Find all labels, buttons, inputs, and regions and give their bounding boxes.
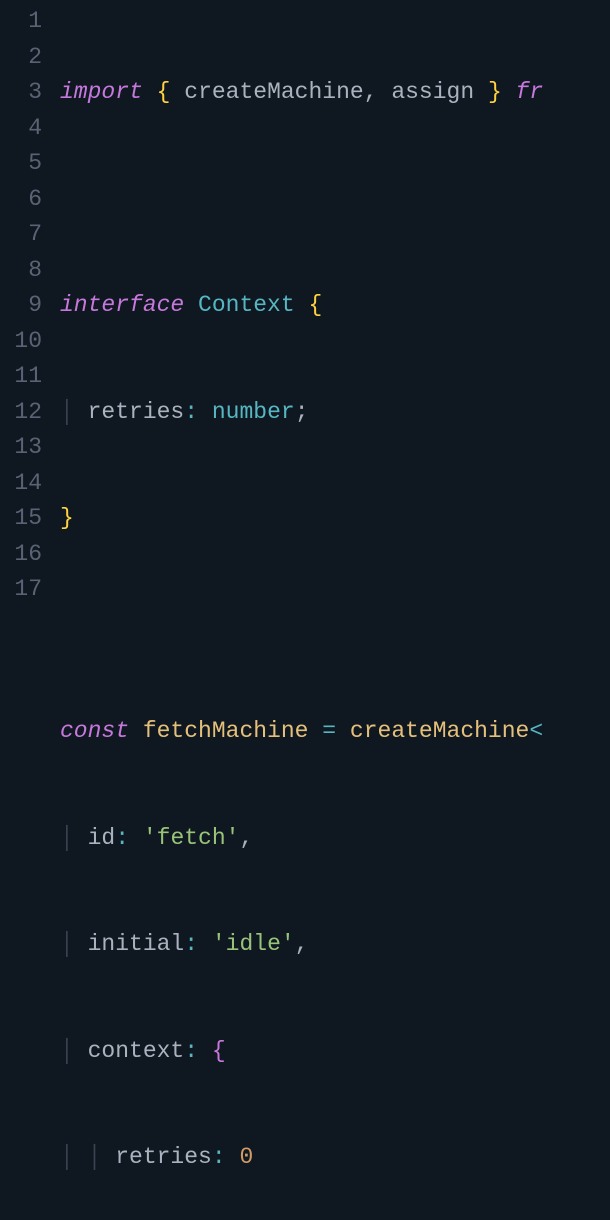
line-number: 17 xyxy=(0,572,42,608)
keyword-import: import xyxy=(60,79,143,105)
identifier: assign xyxy=(391,79,474,105)
equals: = xyxy=(322,718,336,744)
indent-guide: │ xyxy=(60,825,88,851)
line-number: 12 xyxy=(0,395,42,431)
code-line xyxy=(60,608,543,644)
code-line: const fetchMachine = createMachine< xyxy=(60,714,543,750)
line-number: 3 xyxy=(0,75,42,111)
comma: , xyxy=(295,931,309,957)
angle-bracket: < xyxy=(529,718,543,744)
colon: : xyxy=(212,1144,226,1170)
line-number: 2 xyxy=(0,40,42,76)
code-line: │ retries: number; xyxy=(60,395,543,431)
line-number: 15 xyxy=(0,501,42,537)
line-number: 16 xyxy=(0,537,42,573)
line-number: 11 xyxy=(0,359,42,395)
keyword-from: fr xyxy=(516,79,544,105)
property: context xyxy=(88,1038,185,1064)
property: initial xyxy=(88,931,185,957)
property: retries xyxy=(88,399,185,425)
line-number: 5 xyxy=(0,146,42,182)
line-number: 8 xyxy=(0,253,42,289)
code-line: │ context: { xyxy=(60,1034,543,1070)
line-number: 10 xyxy=(0,324,42,360)
string-literal: 'fetch' xyxy=(143,825,240,851)
string-literal: 'idle' xyxy=(212,931,295,957)
line-number: 7 xyxy=(0,217,42,253)
comma: , xyxy=(239,825,253,851)
colon: : xyxy=(184,399,198,425)
code-area[interactable]: import { createMachine, assign } fr inte… xyxy=(60,0,543,610)
indent-guide: │ xyxy=(88,1144,116,1170)
line-number: 14 xyxy=(0,466,42,502)
code-line: │ initial: 'idle', xyxy=(60,927,543,963)
line-number: 6 xyxy=(0,182,42,218)
semicolon: ; xyxy=(295,399,309,425)
brace-close: } xyxy=(488,79,502,105)
line-number: 1 xyxy=(0,4,42,40)
type-number: number xyxy=(212,399,295,425)
identifier: createMachine xyxy=(184,79,363,105)
brace-open: { xyxy=(308,292,322,318)
colon: : xyxy=(184,931,198,957)
line-number: 4 xyxy=(0,111,42,147)
indent-guide: │ xyxy=(60,931,88,957)
brace-close: } xyxy=(60,505,74,531)
type-name: Context xyxy=(198,292,295,318)
property: retries xyxy=(115,1144,212,1170)
line-number: 9 xyxy=(0,288,42,324)
function-call: createMachine xyxy=(350,718,529,744)
indent-guide: │ xyxy=(60,1038,88,1064)
comma: , xyxy=(364,79,378,105)
code-line: │ │ retries: 0 xyxy=(60,1140,543,1176)
code-line: } xyxy=(60,501,543,537)
keyword-const: const xyxy=(60,718,129,744)
variable-name: fetchMachine xyxy=(143,718,309,744)
property: id xyxy=(88,825,116,851)
line-number: 13 xyxy=(0,430,42,466)
keyword-interface: interface xyxy=(60,292,184,318)
line-number-gutter: 1 2 3 4 5 6 7 8 9 10 11 12 13 14 15 16 1… xyxy=(0,0,60,610)
code-editor: 1 2 3 4 5 6 7 8 9 10 11 12 13 14 15 16 1… xyxy=(0,0,610,610)
code-line: │ id: 'fetch', xyxy=(60,821,543,857)
indent-guide: │ xyxy=(60,399,88,425)
brace-open: { xyxy=(212,1038,226,1064)
code-line: import { createMachine, assign } fr xyxy=(60,75,543,111)
indent-guide: │ xyxy=(60,1144,88,1170)
number-literal: 0 xyxy=(239,1144,253,1170)
colon: : xyxy=(115,825,129,851)
brace-open: { xyxy=(157,79,171,105)
code-line: interface Context { xyxy=(60,288,543,324)
colon: : xyxy=(184,1038,198,1064)
code-line xyxy=(60,182,543,218)
